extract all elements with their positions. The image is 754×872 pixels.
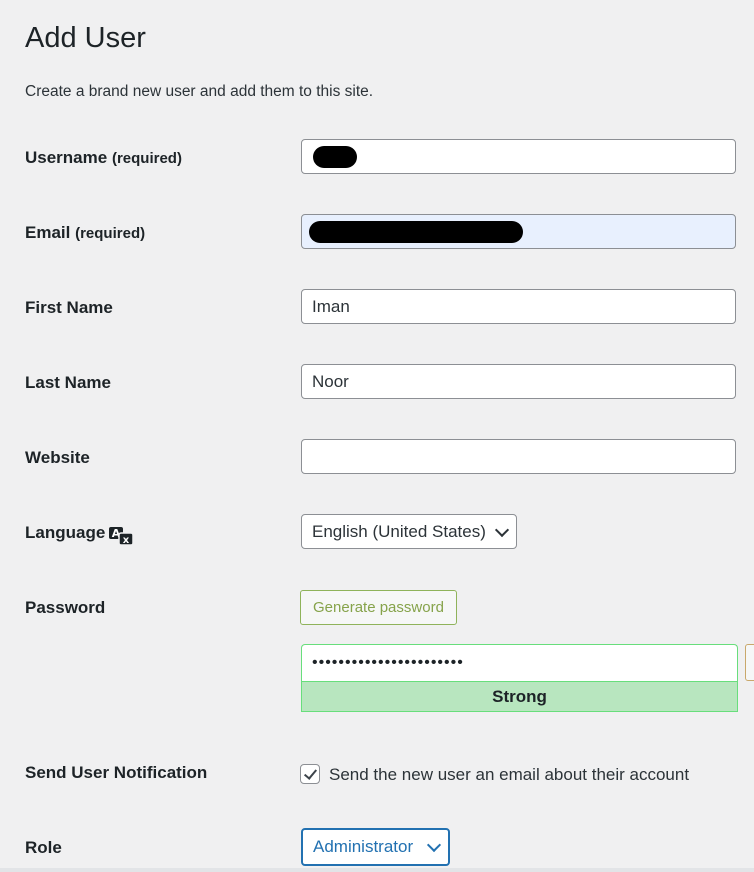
username-input[interactable] bbox=[301, 139, 736, 174]
first-name-input[interactable] bbox=[301, 289, 736, 324]
website-label: Website bbox=[25, 448, 90, 467]
chevron-down-icon bbox=[494, 522, 510, 537]
chevron-down-icon bbox=[426, 837, 442, 853]
role-select[interactable]: Administrator bbox=[301, 828, 450, 866]
language-label: Language bbox=[25, 523, 106, 542]
notification-label: Send User Notification bbox=[25, 763, 208, 782]
role-selected-value: Administrator bbox=[313, 837, 414, 856]
role-label: Role bbox=[25, 838, 62, 857]
email-required-note: (required) bbox=[75, 225, 146, 242]
last-name-input[interactable] bbox=[301, 364, 736, 399]
password-strength-indicator: Strong bbox=[301, 681, 738, 712]
password-visibility-button[interactable] bbox=[745, 644, 754, 681]
redaction-mark bbox=[309, 221, 523, 243]
username-label-text: Username bbox=[25, 148, 108, 167]
svg-text:x: x bbox=[123, 535, 130, 546]
page-description: Create a brand new user and add them to … bbox=[25, 83, 374, 100]
translate-icon: A x bbox=[109, 527, 134, 546]
bottom-edge bbox=[0, 868, 754, 872]
generate-password-button[interactable]: Generate password bbox=[300, 590, 457, 625]
email-label-text: Email bbox=[25, 223, 71, 242]
language-select[interactable]: English (United States) bbox=[301, 514, 517, 549]
language-selected-value: English (United States) bbox=[312, 521, 486, 541]
redaction-mark bbox=[313, 146, 357, 168]
last-name-label: Last Name bbox=[25, 373, 111, 392]
notification-checkbox-label[interactable]: Send the new user an email about their a… bbox=[329, 765, 689, 785]
website-input[interactable] bbox=[301, 439, 736, 474]
username-required-note: (required) bbox=[111, 150, 182, 167]
page-title: Add User bbox=[25, 22, 146, 54]
password-input[interactable]: ••••••••••••••••••••••• bbox=[301, 644, 738, 681]
email-label: Email (required) bbox=[25, 223, 145, 243]
username-label: Username (required) bbox=[25, 148, 182, 168]
password-label: Password bbox=[25, 598, 106, 617]
password-value: ••••••••••••••••••••••• bbox=[312, 654, 464, 671]
notification-checkbox[interactable] bbox=[300, 764, 320, 784]
first-name-label: First Name bbox=[25, 298, 113, 317]
